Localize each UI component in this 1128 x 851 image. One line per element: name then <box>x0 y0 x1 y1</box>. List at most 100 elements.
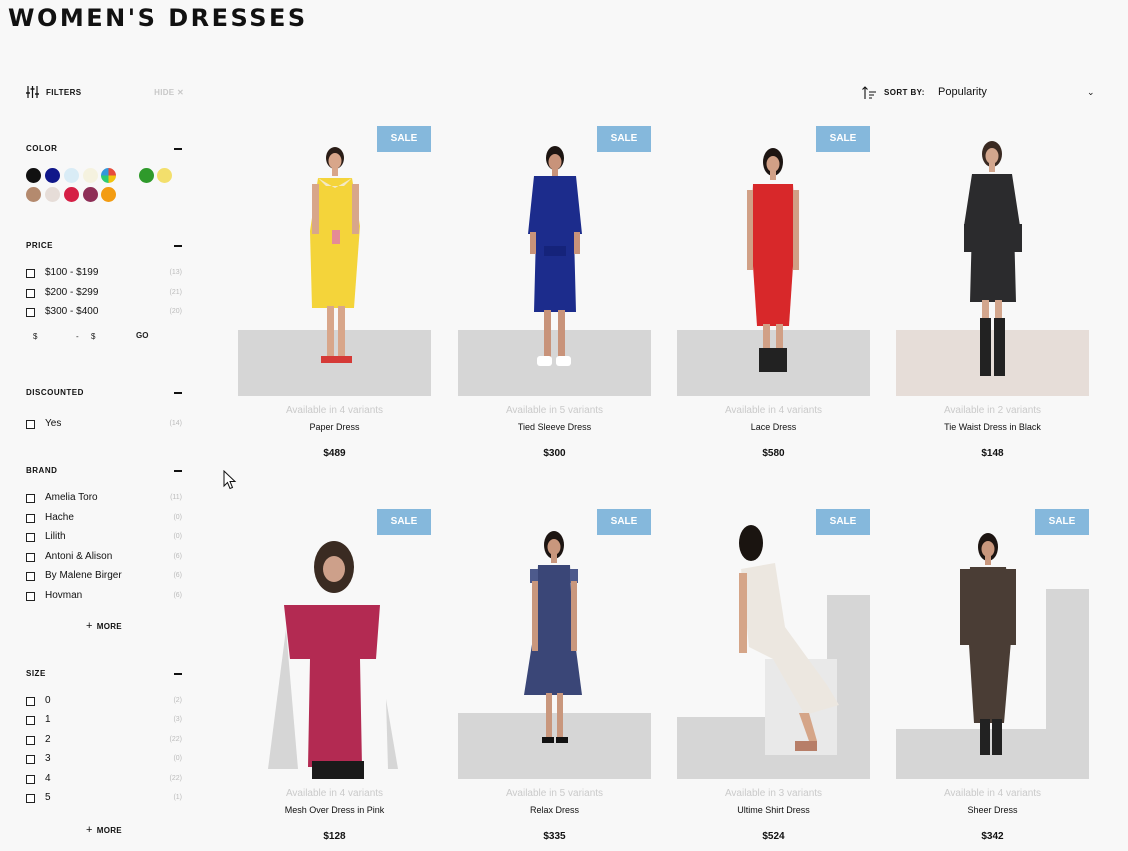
product-image[interactable]: SALE <box>677 509 870 779</box>
min-price-input[interactable]: $ <box>33 332 37 341</box>
hide-filters-button[interactable]: HIDE ✕ <box>154 88 184 97</box>
checkbox[interactable] <box>26 494 35 503</box>
filters-label: FILTERS <box>46 88 82 97</box>
color-swatch-red[interactable] <box>64 187 79 202</box>
checkbox[interactable] <box>26 289 35 298</box>
product-image[interactable]: SALE <box>458 509 651 779</box>
product-price: $128 <box>323 831 346 842</box>
product-image[interactable]: SALE <box>677 126 870 396</box>
price-filter-title: PRICE <box>26 241 53 250</box>
sale-badge: SALE <box>377 126 431 152</box>
color-swatch-green[interactable] <box>139 168 154 183</box>
checkbox[interactable] <box>26 794 35 803</box>
sale-badge: SALE <box>1035 509 1089 535</box>
checkbox[interactable] <box>26 736 35 745</box>
checkbox[interactable] <box>26 572 35 581</box>
sort-select-value[interactable]: Popularity <box>938 86 987 98</box>
max-price-input[interactable]: $ <box>91 332 95 341</box>
size-option[interactable]: 5 (1) <box>26 791 184 805</box>
size-more-button[interactable]: + MORE <box>86 824 122 836</box>
brand-option[interactable]: By Malene Birger (6) <box>26 569 184 583</box>
product-card[interactable]: SALE Available in 4 variants Sheer Dress… <box>896 509 1089 851</box>
checkbox[interactable] <box>26 755 35 764</box>
checkbox[interactable] <box>26 514 35 523</box>
color-swatch-black[interactable] <box>26 168 41 183</box>
product-variants: Available in 4 variants <box>285 788 384 799</box>
product-name[interactable]: Ultime Shirt Dress <box>677 805 870 815</box>
filters-header: FILTERS HIDE ✕ <box>26 84 184 100</box>
brand-option[interactable]: Hovman (6) <box>26 589 184 603</box>
size-option[interactable]: 0 (2) <box>26 694 184 708</box>
price-option[interactable]: $300 - $400 (20) <box>26 305 184 319</box>
option-label: $200 - $299 <box>45 287 99 298</box>
product-name[interactable]: Sheer Dress <box>896 805 1089 815</box>
sort-control[interactable]: SORT BY: Popularity ⌄ <box>862 84 1098 102</box>
product-price: $148 <box>981 448 1004 459</box>
option-label: By Malene Birger <box>45 570 122 581</box>
product-image[interactable]: SALE <box>896 509 1089 779</box>
checkbox[interactable] <box>26 533 35 542</box>
brand-option[interactable]: Antoni & Alison (6) <box>26 550 184 564</box>
product-name[interactable]: Tie Waist Dress in Black <box>896 422 1089 432</box>
chevron-down-icon[interactable]: ⌄ <box>1087 87 1095 98</box>
checkbox[interactable] <box>26 308 35 317</box>
product-name[interactable]: Mesh Over Dress in Pink <box>238 805 431 815</box>
discounted-filter-section: DISCOUNTED Yes (14) <box>26 388 184 431</box>
color-swatch-multicolor[interactable] <box>101 168 116 183</box>
discounted-option[interactable]: Yes (14) <box>26 417 184 431</box>
product-image[interactable]: SALE <box>458 126 651 396</box>
sort-icon <box>862 86 876 99</box>
option-count: (14) <box>169 420 182 427</box>
product-image[interactable]: SALE <box>238 509 431 779</box>
price-option[interactable]: $200 - $299 (21) <box>26 286 184 300</box>
collapse-brand-button[interactable] <box>174 470 182 472</box>
product-card[interactable]: Available in 2 variants Tie Waist Dress … <box>896 126 1089 471</box>
collapse-color-button[interactable] <box>174 148 182 150</box>
checkbox[interactable] <box>26 553 35 562</box>
size-filter-title: SIZE <box>26 669 46 678</box>
brand-option[interactable]: Lilith (0) <box>26 530 184 544</box>
option-count: (2) <box>173 697 182 704</box>
checkbox[interactable] <box>26 592 35 601</box>
product-card[interactable]: SALE Available in 4 variants Lace Dress … <box>677 126 870 471</box>
color-swatch-navy[interactable] <box>45 168 60 183</box>
product-card[interactable]: SALE Available in 4 variants Mesh Over D… <box>238 509 431 851</box>
color-swatch-beige[interactable] <box>45 187 60 202</box>
product-card[interactable]: SALE Available in 5 variants Relax Dress… <box>458 509 651 851</box>
color-swatch-plum[interactable] <box>83 187 98 202</box>
collapse-price-button[interactable] <box>174 245 182 247</box>
checkbox[interactable] <box>26 775 35 784</box>
size-option[interactable]: 2 (22) <box>26 733 184 747</box>
brand-more-button[interactable]: + MORE <box>86 620 122 632</box>
collapse-discounted-button[interactable] <box>174 392 182 394</box>
option-label: 0 <box>45 695 51 706</box>
size-option[interactable]: 3 (0) <box>26 752 184 766</box>
product-image[interactable]: SALE <box>238 126 431 396</box>
color-swatch-orange[interactable] <box>101 187 116 202</box>
color-swatch-tan[interactable] <box>26 187 41 202</box>
checkbox[interactable] <box>26 716 35 725</box>
checkbox[interactable] <box>26 420 35 429</box>
product-image[interactable] <box>896 126 1089 396</box>
collapse-size-button[interactable] <box>174 673 182 675</box>
color-swatch-yellow[interactable] <box>157 168 172 183</box>
product-card[interactable]: SALE Available in 5 variants Tied Sleeve… <box>458 126 651 471</box>
go-button[interactable]: GO <box>136 331 148 340</box>
mouse-pointer-icon <box>223 470 237 490</box>
product-name[interactable]: Paper Dress <box>238 422 431 432</box>
color-swatch-light-blue[interactable] <box>64 168 79 183</box>
checkbox[interactable] <box>26 697 35 706</box>
product-card[interactable]: SALE Available in 3 variants Ultime Shir… <box>677 509 870 851</box>
size-option[interactable]: 1 (3) <box>26 713 184 727</box>
brand-option[interactable]: Amelia Toro (11) <box>26 491 184 505</box>
price-filter-section: PRICE $100 - $199 (13) $200 - $299 (21) $3… <box>26 241 184 351</box>
price-option[interactable]: $100 - $199 (13) <box>26 266 184 280</box>
color-swatch-cream[interactable] <box>83 168 98 183</box>
product-name[interactable]: Tied Sleeve Dress <box>458 422 651 432</box>
brand-option[interactable]: Hache (0) <box>26 511 184 525</box>
checkbox[interactable] <box>26 269 35 278</box>
product-name[interactable]: Lace Dress <box>677 422 870 432</box>
product-card[interactable]: SALE Available in 4 variants Paper Dress… <box>238 126 431 471</box>
product-name[interactable]: Relax Dress <box>458 805 651 815</box>
size-option[interactable]: 4 (22) <box>26 772 184 786</box>
